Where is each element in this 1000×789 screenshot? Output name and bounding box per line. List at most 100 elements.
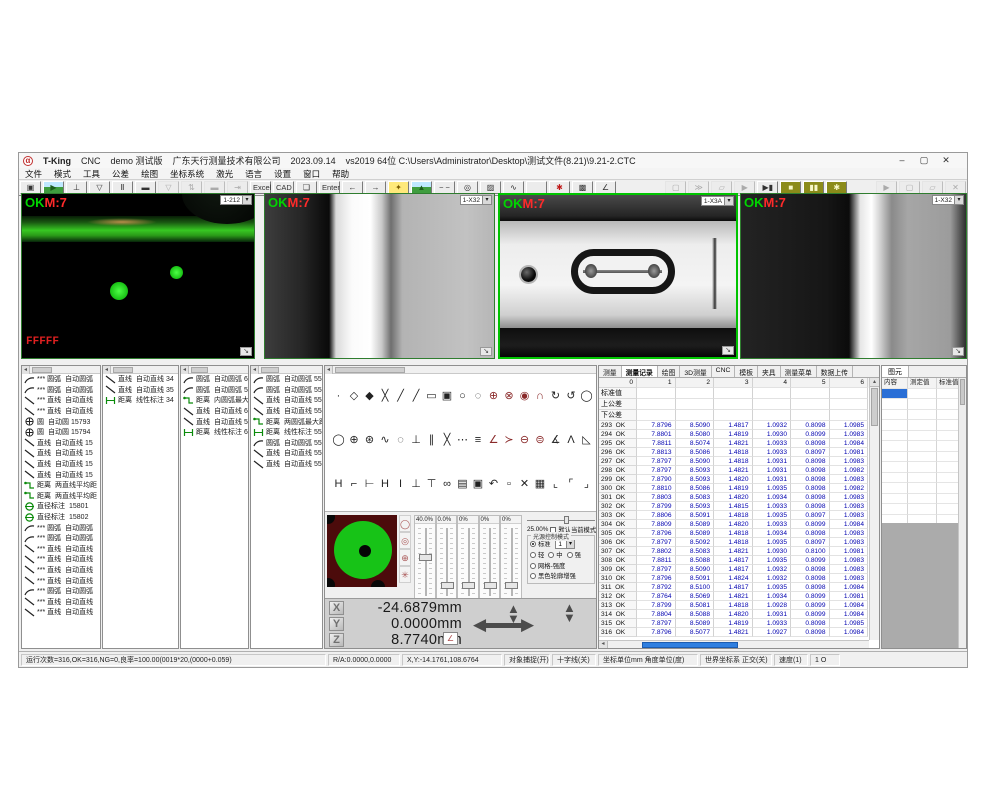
stage-preview[interactable] xyxy=(327,515,397,587)
tools-hscrollbar[interactable]: ◂ xyxy=(325,366,596,374)
measure-tool-icon[interactable]: ◇ xyxy=(347,389,362,403)
table-row[interactable]: 307 OK7.88028.50831.48211.09300.81001.09… xyxy=(599,547,869,556)
measure-tool-icon[interactable]: ⌐ xyxy=(347,477,362,491)
menu-公差[interactable]: 公差 xyxy=(106,168,135,180)
table-row[interactable]: 311 OK7.87928.51001.48171.09350.80981.09… xyxy=(599,583,869,592)
light-slider-1[interactable]: 40.0% xyxy=(414,515,436,601)
scroll-thumb[interactable] xyxy=(335,367,405,373)
measure-tool-icon[interactable]: ↻ xyxy=(548,389,563,403)
empty-cell[interactable] xyxy=(882,452,908,463)
scroll-left-icon[interactable]: ◂ xyxy=(325,366,333,374)
list-item[interactable]: 圆弧自动圆弧 55 xyxy=(251,438,322,449)
empty-cell[interactable] xyxy=(882,441,908,452)
list-item[interactable]: 圆弧自动圆弧 55 xyxy=(251,385,322,396)
jog-down-icon[interactable]: ▼ xyxy=(507,614,520,624)
measure-tool-icon[interactable]: ◯ xyxy=(331,433,346,447)
empty-cell[interactable] xyxy=(882,462,908,473)
measure-tool-icon[interactable]: ○ xyxy=(455,389,470,403)
list-item[interactable]: *** 直线自动直线 xyxy=(22,596,100,607)
list-item[interactable]: 距离线性标注 34 xyxy=(103,395,178,406)
measure-tool-icon[interactable]: ╱ xyxy=(393,389,408,403)
elements-row[interactable] xyxy=(882,462,966,473)
measure-tool-icon[interactable]: ⊛ xyxy=(362,433,377,447)
camera2-magnification-dropdown[interactable]: 1-X32▾ xyxy=(460,195,492,205)
measure-tool-icon[interactable]: ✕ xyxy=(517,477,532,491)
elements-row[interactable] xyxy=(882,504,966,515)
tab-elements[interactable]: 图元 xyxy=(882,366,909,377)
list2-hscrollbar[interactable]: ◂ xyxy=(103,366,178,374)
measure-tool-icon[interactable]: Η xyxy=(331,477,346,491)
scroll-thumb[interactable] xyxy=(871,388,878,426)
list-item[interactable]: 圆自动圆 15793 xyxy=(22,416,100,427)
list-item[interactable]: 距离线性标注 55 xyxy=(251,427,322,438)
measure-tool-icon[interactable]: ⊥ xyxy=(409,433,424,447)
measure-tool-icon[interactable]: ⊖ xyxy=(517,433,532,447)
list-item[interactable]: 直线自动直线 66 xyxy=(181,406,248,417)
menu-坐标系统[interactable]: 坐标系统 xyxy=(164,168,210,180)
menu-工具[interactable]: 工具 xyxy=(77,168,106,180)
measure-tool-icon[interactable]: ◆ xyxy=(362,389,377,403)
list-item[interactable]: 距离两直线平均距 xyxy=(22,480,100,491)
tab-数据上传[interactable]: 数据上传 xyxy=(817,366,853,377)
measure-tool-icon[interactable]: ≡ xyxy=(471,433,486,447)
elements-row[interactable] xyxy=(882,410,966,421)
list-item[interactable]: *** 直线自动直线 xyxy=(22,554,100,565)
list-item[interactable]: 直线自动直线 55 xyxy=(251,459,322,470)
measure-tool-icon[interactable]: Λ xyxy=(564,433,579,447)
table-special-row[interactable]: 标准值 xyxy=(599,388,869,399)
table-row[interactable]: 309 OK7.87978.50901.48171.09320.80981.09… xyxy=(599,565,869,574)
list-item[interactable]: *** 直线自动直线 xyxy=(22,607,100,618)
list-item[interactable]: *** 圆弧自动圆弧 xyxy=(22,533,100,544)
menu-窗口[interactable]: 窗口 xyxy=(297,168,326,180)
measure-tool-icon[interactable]: ⊕ xyxy=(347,433,362,447)
table-special-row[interactable]: 下公差 xyxy=(599,410,869,421)
measure-tool-icon[interactable]: ↺ xyxy=(564,389,579,403)
list-item[interactable]: 距离线性标注 66 xyxy=(181,427,248,438)
measure-tool-icon[interactable]: ▣ xyxy=(440,389,455,403)
measure-tool-icon[interactable]: ⊢ xyxy=(362,477,377,491)
camera1-resize-handle[interactable]: ↘ xyxy=(240,347,252,356)
camera4-magnification-dropdown[interactable]: 1-X32▾ xyxy=(932,195,964,205)
scroll-left-icon[interactable]: ◂ xyxy=(599,641,608,648)
table-row[interactable]: 301 OK7.88038.50831.48201.09340.80981.09… xyxy=(599,493,869,502)
table-row[interactable]: 303 OK7.88068.50911.48181.09350.80971.09… xyxy=(599,511,869,520)
level-radio-中[interactable] xyxy=(548,552,554,558)
menu-帮助[interactable]: 帮助 xyxy=(326,168,355,180)
table-row[interactable]: 300 OK7.88108.50861.48191.09350.80981.09… xyxy=(599,484,869,493)
maximize-button[interactable]: ▢ xyxy=(913,155,935,166)
list-item[interactable]: *** 圆弧自动圆弧 xyxy=(22,586,100,597)
list-item[interactable]: 直径标注15802 xyxy=(22,512,100,523)
elements-row[interactable] xyxy=(882,473,966,484)
scroll-thumb[interactable] xyxy=(642,642,738,648)
light-slider-5[interactable]: 0% xyxy=(500,515,522,601)
table-row[interactable]: 302 OK7.87998.50931.48151.09330.80981.09… xyxy=(599,502,869,511)
camera-view-1[interactable]: OKM:7 1-212▾ FFFFF ↘ xyxy=(21,193,255,359)
measure-tool-icon[interactable]: ╳ xyxy=(440,433,455,447)
table-row[interactable]: 297 OK7.87978.50901.48181.09310.80981.09… xyxy=(599,457,869,466)
list-item[interactable]: 圆自动圆 15794 xyxy=(22,427,100,438)
measure-tool-icon[interactable]: ▭ xyxy=(424,389,439,403)
scroll-thumb[interactable] xyxy=(32,367,52,373)
angle-jog-button[interactable]: ∠ xyxy=(443,632,458,645)
scroll-thumb[interactable] xyxy=(261,367,279,373)
list-item[interactable]: 距离两直线平均距 xyxy=(22,491,100,502)
minimize-button[interactable]: – xyxy=(891,155,913,166)
measure-tool-icon[interactable]: ◌ xyxy=(471,389,486,403)
menu-模式[interactable]: 模式 xyxy=(48,168,77,180)
grid-strength-radio[interactable] xyxy=(530,563,536,569)
camera-view-4[interactable]: OKM:7 1-X32▾ ↘ xyxy=(740,193,967,359)
tab-模板[interactable]: 模板 xyxy=(735,366,758,377)
camera3-resize-handle[interactable]: ↘ xyxy=(722,346,734,355)
measure-tool-icon[interactable]: Ι xyxy=(393,477,408,491)
measure-tool-icon[interactable]: ⊥ xyxy=(409,477,424,491)
scroll-thumb[interactable] xyxy=(191,367,208,373)
outline-radio[interactable] xyxy=(530,573,536,579)
list-item[interactable]: 直线自动直线 34 xyxy=(103,374,178,385)
list-item[interactable]: *** 直线自动直线 xyxy=(22,575,100,586)
measure-tool-icon[interactable]: ⌟ xyxy=(579,477,594,491)
xy-jog-arrows[interactable]: ◀ ▶ ▲▼ xyxy=(473,605,569,645)
slider-thumb[interactable] xyxy=(441,582,454,589)
measure-tool-icon[interactable]: ◯ xyxy=(579,389,594,403)
menu-绘图[interactable]: 绘图 xyxy=(135,168,164,180)
empty-cell[interactable] xyxy=(882,410,908,421)
